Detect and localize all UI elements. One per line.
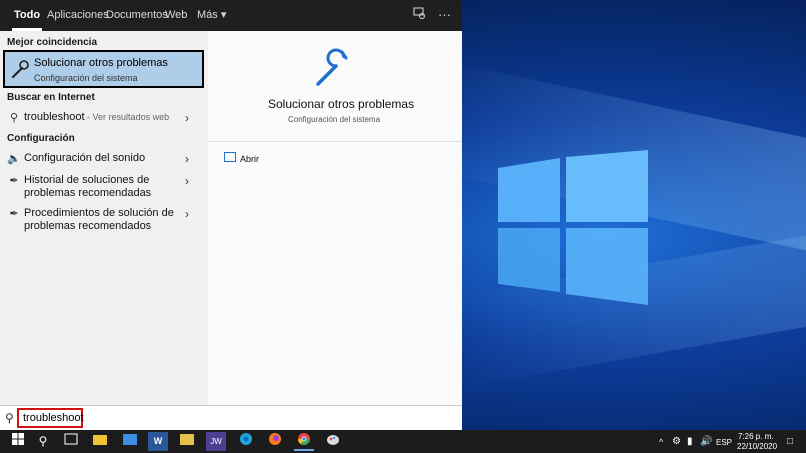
tab-documentos[interactable]: Documentos [106,0,168,31]
search-tabs: Todo Aplicaciones Documentos Web Más ▾ ·… [0,0,462,31]
battery-icon[interactable]: ▮ [687,436,693,447]
search-box[interactable]: ⚲ troubleshoot [0,405,462,430]
mail-icon[interactable] [120,432,140,451]
best-match-item[interactable]: Solucionar otros problemas Configuración… [3,50,204,88]
clock-time[interactable]: 7:26 p. m. [738,432,774,441]
wrench-icon: ✒ [9,208,19,220]
open-action[interactable]: Abrir [240,154,259,164]
chevron-right-icon[interactable]: › [185,111,189,125]
taskbar: ⚲ W JW ^ ⚙ ▮ 🔊 ESP 7:26 p. m. 22/10/2020… [0,430,806,453]
section-web: Buscar en Internet [7,92,95,103]
search-icon: ⚲ [9,112,19,124]
tab-aplicaciones[interactable]: Aplicaciones [47,0,109,31]
preview-title: Solucionar otros problemas [268,97,415,111]
folder-app-icon[interactable] [177,432,197,451]
config-item-label: Procedimientos de solución de problemas … [24,207,174,232]
firefox-icon[interactable] [265,432,285,451]
tab-web[interactable]: Web [165,0,187,31]
web-query: troubleshoot [24,111,85,123]
more-dots-icon[interactable]: ··· [438,7,451,22]
chrome-icon[interactable] [294,432,314,451]
search-panel: Todo Aplicaciones Documentos Web Más ▾ ·… [0,0,462,430]
open-icon [224,152,236,162]
tab-todo[interactable]: Todo [11,0,43,31]
language-indicator[interactable]: ESP [716,438,732,447]
paint-icon[interactable] [323,432,343,451]
edge-icon[interactable] [236,432,256,451]
start-icon[interactable] [8,432,28,451]
speaker-icon: 🔈 [7,153,21,165]
wrench-large-icon [316,48,348,86]
chevron-right-icon[interactable]: › [185,174,189,188]
section-config: Configuración [7,133,75,144]
divider [208,141,462,142]
config-item-label: Historial de soluciones de problemas rec… [24,174,152,199]
web-suffix: - Ver resultados web [84,112,170,122]
network-icon[interactable]: ⚙ [672,436,681,447]
feedback-icon[interactable] [413,7,426,23]
search-icon[interactable]: ⚲ [33,432,53,451]
file-explorer-icon[interactable] [90,432,110,451]
clock-date[interactable]: 22/10/2020 [737,442,777,451]
jw-icon[interactable]: JW [206,432,226,451]
best-match-title: Solucionar otros problemas [34,57,168,69]
chevron-up-icon[interactable]: ^ [659,437,663,447]
config-item-label: Configuración del sonido [24,152,146,164]
word-icon[interactable]: W [148,432,168,451]
search-icon: ⚲ [5,411,14,425]
notifications-icon[interactable]: □ [787,436,793,447]
windows-logo [498,150,648,305]
preview-subtitle: Configuración del sistema [288,115,381,124]
task-view-icon[interactable] [61,432,81,451]
tab-mas[interactable]: Más ▾ [197,0,226,31]
wrench-icon: ✒ [9,175,19,187]
section-best-match: Mejor coincidencia [7,37,98,48]
wrench-icon [11,60,29,79]
volume-icon[interactable]: 🔊 [700,436,712,447]
best-match-subtitle: Configuración del sistema [34,73,138,83]
chevron-right-icon[interactable]: › [185,152,189,166]
chevron-right-icon[interactable]: › [185,207,189,221]
search-input[interactable]: troubleshoot [17,408,84,428]
